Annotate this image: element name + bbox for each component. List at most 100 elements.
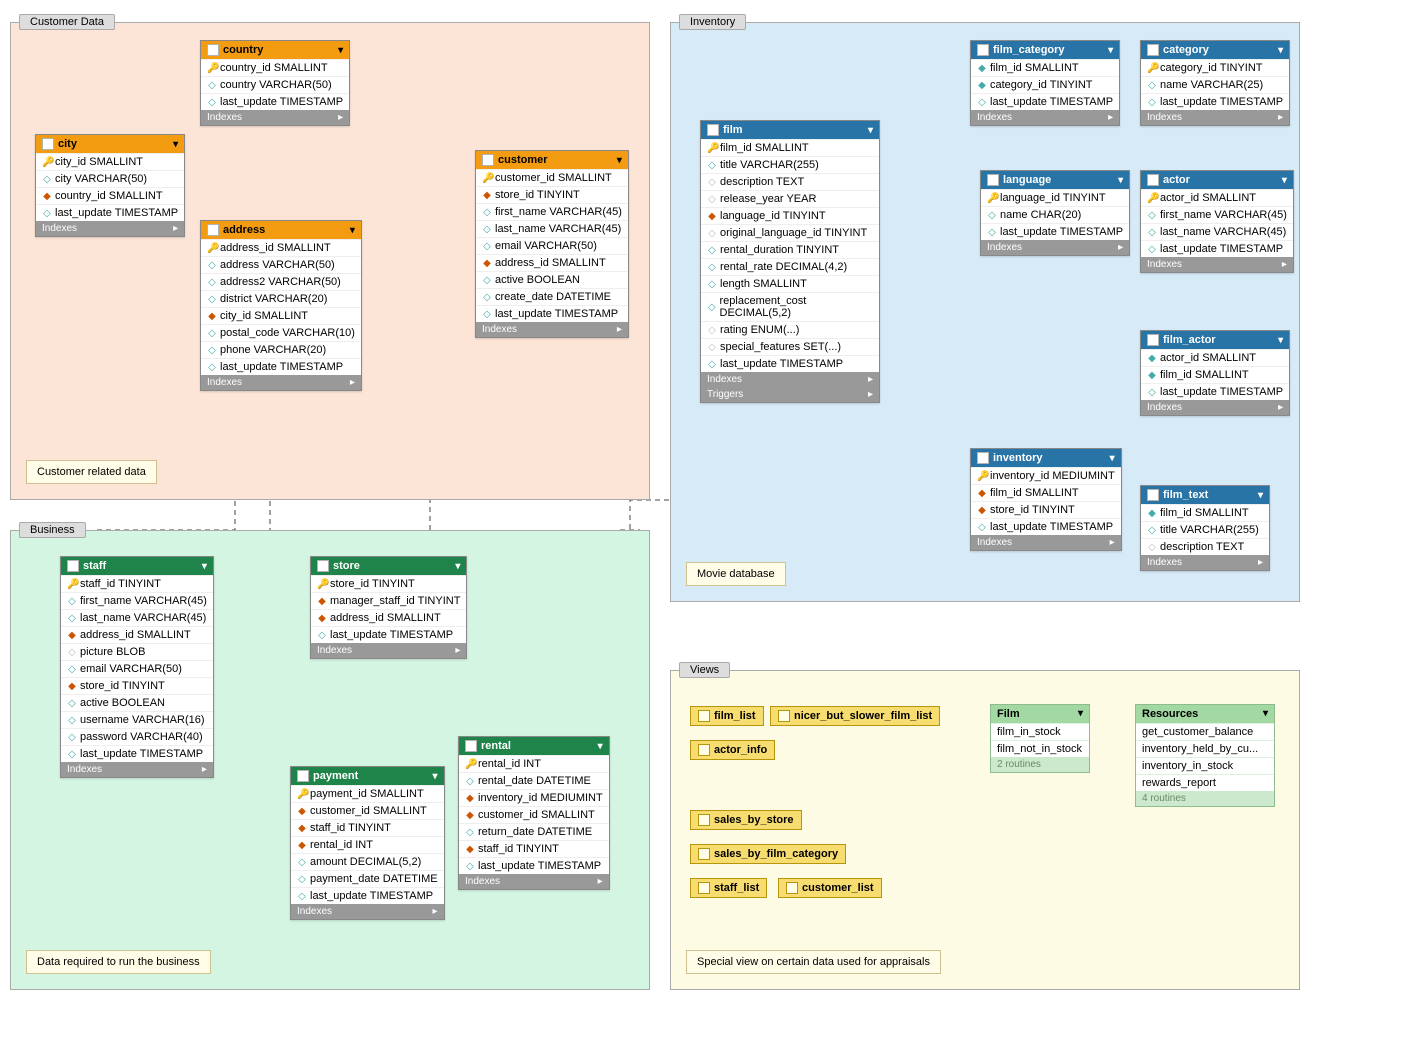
table-inventory[interactable]: inventory ▾ 🔑 inventory_id MEDIUMINT ◆ f…	[970, 448, 1122, 551]
column-row[interactable]: ◇ first_name VARCHAR(45)	[1141, 206, 1293, 223]
column-row[interactable]: ◇ picture BLOB	[61, 643, 213, 660]
table-category[interactable]: category ▾ 🔑 category_id TINYINT ◇ name …	[1140, 40, 1290, 126]
routine-row[interactable]: rewards_report	[1136, 774, 1274, 791]
indexes-section[interactable]: Indexes▸	[1141, 400, 1289, 415]
column-row[interactable]: ◇ last_update TIMESTAMP	[971, 93, 1119, 110]
column-row[interactable]: ◇ payment_date DATETIME	[291, 870, 444, 887]
routine-row[interactable]: inventory_in_stock	[1136, 757, 1274, 774]
column-row[interactable]: 🔑 language_id TINYINT	[981, 189, 1129, 206]
column-row[interactable]: 🔑 city_id SMALLINT	[36, 153, 184, 170]
column-row[interactable]: ◆ rental_id INT	[291, 836, 444, 853]
column-row[interactable]: 🔑 address_id SMALLINT	[201, 239, 361, 256]
column-row[interactable]: ◇ rental_date DATETIME	[459, 772, 609, 789]
indexes-section[interactable]: Indexes▸	[476, 322, 628, 337]
table-header[interactable]: store ▾	[311, 557, 466, 575]
column-row[interactable]: ◆ manager_staff_id TINYINT	[311, 592, 466, 609]
indexes-section[interactable]: Indexes▸	[201, 375, 361, 390]
column-row[interactable]: ◇ postal_code VARCHAR(10)	[201, 324, 361, 341]
column-row[interactable]: ◇ last_update TIMESTAMP	[61, 745, 213, 762]
indexes-section[interactable]: Indexes▸	[201, 110, 349, 125]
column-row[interactable]: ◆ customer_id SMALLINT	[291, 802, 444, 819]
column-row[interactable]: ◇ last_update TIMESTAMP	[476, 305, 628, 322]
table-film_category[interactable]: film_category ▾ ◆ film_id SMALLINT ◆ cat…	[970, 40, 1120, 126]
table-header[interactable]: film_actor ▾	[1141, 331, 1289, 349]
column-row[interactable]: ◇ create_date DATETIME	[476, 288, 628, 305]
triggers-section[interactable]: Triggers▸	[701, 387, 879, 402]
table-header[interactable]: customer ▾	[476, 151, 628, 169]
column-row[interactable]: ◇ first_name VARCHAR(45)	[61, 592, 213, 609]
column-row[interactable]: ◇ active BOOLEAN	[61, 694, 213, 711]
column-row[interactable]: 🔑 film_id SMALLINT	[701, 139, 879, 156]
column-row[interactable]: ◇ name CHAR(20)	[981, 206, 1129, 223]
column-row[interactable]: ◇ name VARCHAR(25)	[1141, 76, 1289, 93]
column-row[interactable]: ◆ staff_id TINYINT	[459, 840, 609, 857]
column-row[interactable]: ◆ film_id SMALLINT	[1141, 366, 1289, 383]
column-row[interactable]: ◆ staff_id TINYINT	[291, 819, 444, 836]
table-header[interactable]: address ▾	[201, 221, 361, 239]
view-customer_list[interactable]: customer_list	[778, 878, 882, 898]
table-header[interactable]: film_text ▾	[1141, 486, 1269, 504]
column-row[interactable]: 🔑 store_id TINYINT	[311, 575, 466, 592]
table-film_text[interactable]: film_text ▾ ◆ film_id SMALLINT ◇ title V…	[1140, 485, 1270, 571]
indexes-section[interactable]: Indexes▸	[971, 535, 1121, 550]
table-header[interactable]: film_category ▾	[971, 41, 1119, 59]
column-row[interactable]: ◇ return_date DATETIME	[459, 823, 609, 840]
column-row[interactable]: ◆ store_id TINYINT	[61, 677, 213, 694]
column-row[interactable]: 🔑 category_id TINYINT	[1141, 59, 1289, 76]
column-row[interactable]: ◆ inventory_id MEDIUMINT	[459, 789, 609, 806]
table-header[interactable]: payment ▾	[291, 767, 444, 785]
indexes-section[interactable]: Indexes▸	[61, 762, 213, 777]
indexes-section[interactable]: Indexes▸	[459, 874, 609, 889]
routine-group-resources[interactable]: Resources▾ get_customer_balance inventor…	[1135, 704, 1275, 807]
column-row[interactable]: ◇ last_update TIMESTAMP	[36, 204, 184, 221]
column-row[interactable]: ◇ rental_rate DECIMAL(4,2)	[701, 258, 879, 275]
column-row[interactable]: ◇ address VARCHAR(50)	[201, 256, 361, 273]
column-row[interactable]: 🔑 rental_id INT	[459, 755, 609, 772]
column-row[interactable]: ◆ actor_id SMALLINT	[1141, 349, 1289, 366]
view-staff_list[interactable]: staff_list	[690, 878, 767, 898]
column-row[interactable]: ◇ description TEXT	[1141, 538, 1269, 555]
table-header[interactable]: film ▾	[701, 121, 879, 139]
column-row[interactable]: ◇ last_update TIMESTAMP	[971, 518, 1121, 535]
column-row[interactable]: ◇ last_update TIMESTAMP	[701, 355, 879, 372]
column-row[interactable]: ◆ film_id SMALLINT	[971, 59, 1119, 76]
column-row[interactable]: ◇ amount DECIMAL(5,2)	[291, 853, 444, 870]
column-row[interactable]: ◆ address_id SMALLINT	[311, 609, 466, 626]
table-film[interactable]: film ▾ 🔑 film_id SMALLINT ◇ title VARCHA…	[700, 120, 880, 403]
column-row[interactable]: ◇ address2 VARCHAR(50)	[201, 273, 361, 290]
view-nicer_but_slower_film_list[interactable]: nicer_but_slower_film_list	[770, 706, 940, 726]
column-row[interactable]: ◇ district VARCHAR(20)	[201, 290, 361, 307]
column-row[interactable]: ◇ last_name VARCHAR(45)	[1141, 223, 1293, 240]
column-row[interactable]: ◆ city_id SMALLINT	[201, 307, 361, 324]
routine-group-film[interactable]: Film▾ film_in_stock film_not_in_stock 2 …	[990, 704, 1090, 773]
indexes-section[interactable]: Indexes▸	[701, 372, 879, 387]
column-row[interactable]: ◇ last_update TIMESTAMP	[1141, 93, 1289, 110]
column-row[interactable]: ◇ last_update TIMESTAMP	[459, 857, 609, 874]
column-row[interactable]: ◆ film_id SMALLINT	[971, 484, 1121, 501]
indexes-section[interactable]: Indexes▸	[981, 240, 1129, 255]
column-row[interactable]: ◇ replacement_cost DECIMAL(5,2)	[701, 292, 879, 321]
column-row[interactable]: 🔑 customer_id SMALLINT	[476, 169, 628, 186]
table-customer[interactable]: customer ▾ 🔑 customer_id SMALLINT ◆ stor…	[475, 150, 629, 338]
table-store[interactable]: store ▾ 🔑 store_id TINYINT ◆ manager_sta…	[310, 556, 467, 659]
column-row[interactable]: ◇ last_name VARCHAR(45)	[61, 609, 213, 626]
column-row[interactable]: ◇ last_update TIMESTAMP	[201, 358, 361, 375]
table-payment[interactable]: payment ▾ 🔑 payment_id SMALLINT ◆ custom…	[290, 766, 445, 920]
indexes-section[interactable]: Indexes▸	[971, 110, 1119, 125]
view-actor_info[interactable]: actor_info	[690, 740, 775, 760]
table-header[interactable]: actor ▾	[1141, 171, 1293, 189]
column-row[interactable]: ◆ address_id SMALLINT	[61, 626, 213, 643]
routine-row[interactable]: get_customer_balance	[1136, 723, 1274, 740]
column-row[interactable]: ◇ last_update TIMESTAMP	[291, 887, 444, 904]
table-header[interactable]: country ▾	[201, 41, 349, 59]
table-language[interactable]: language ▾ 🔑 language_id TINYINT ◇ name …	[980, 170, 1130, 256]
view-sales_by_store[interactable]: sales_by_store	[690, 810, 802, 830]
routine-row[interactable]: inventory_held_by_cu...	[1136, 740, 1274, 757]
column-row[interactable]: 🔑 staff_id TINYINT	[61, 575, 213, 592]
table-city[interactable]: city ▾ 🔑 city_id SMALLINT ◇ city VARCHAR…	[35, 134, 185, 237]
column-row[interactable]: ◇ first_name VARCHAR(45)	[476, 203, 628, 220]
column-row[interactable]: ◆ customer_id SMALLINT	[459, 806, 609, 823]
column-row[interactable]: ◆ language_id TINYINT	[701, 207, 879, 224]
column-row[interactable]: 🔑 actor_id SMALLINT	[1141, 189, 1293, 206]
table-header[interactable]: rental ▾	[459, 737, 609, 755]
